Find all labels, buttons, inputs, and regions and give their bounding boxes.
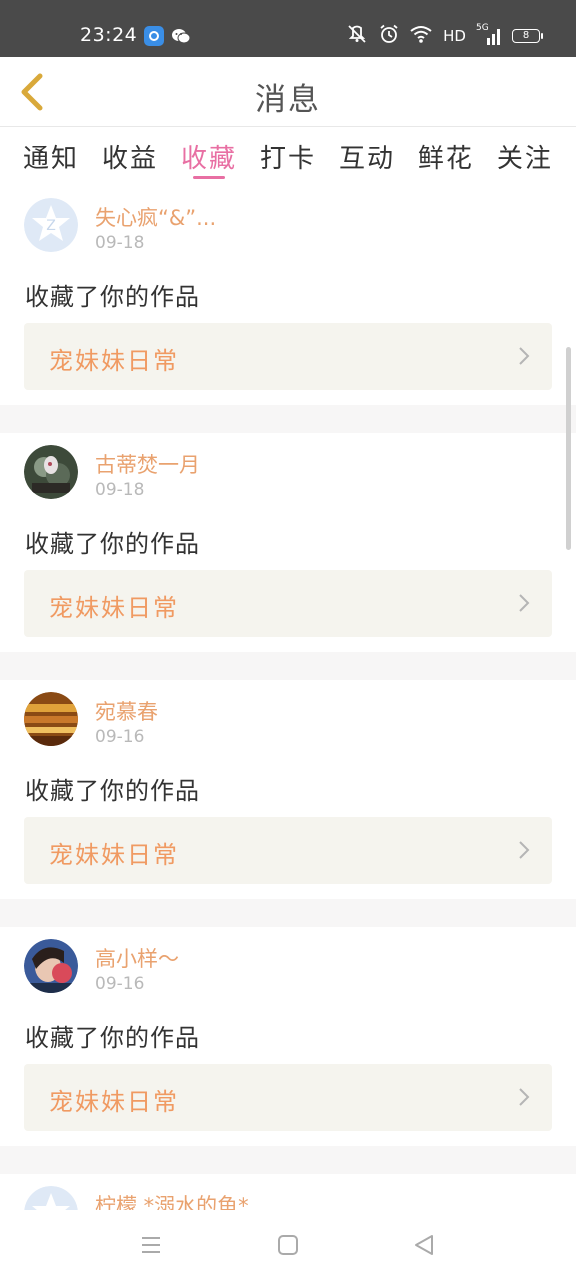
chevron-right-icon (519, 1088, 530, 1106)
menu-button[interactable] (138, 1232, 164, 1258)
signal-icon: 5G (476, 23, 502, 47)
list-item: 宛慕春 09-16 收藏了你的作品 宠妹妹日常 (0, 680, 576, 899)
home-button[interactable] (275, 1232, 301, 1258)
svg-text:Z: Z (46, 218, 56, 234)
page-title: 消息 (255, 82, 321, 118)
avatar[interactable] (24, 445, 78, 499)
user-name[interactable]: 宛慕春 (95, 696, 158, 726)
work-link[interactable]: 宠妹妹日常 (24, 1064, 552, 1131)
chevron-right-icon (519, 594, 530, 612)
post-date: 09-18 (95, 480, 145, 500)
list-item: Z 失心疯“&”... 09-18 收藏了你的作品 宠妹妹日常 (0, 186, 576, 405)
work-link[interactable]: 宠妹妹日常 (24, 323, 552, 390)
avatar[interactable] (24, 692, 78, 746)
wifi-icon (409, 24, 433, 48)
tab-favorites[interactable]: 收藏 (181, 128, 237, 186)
network-label: HD (443, 27, 466, 45)
alarm-icon (379, 24, 399, 48)
user-name[interactable]: 柠檬 *溺水的鱼* (95, 1190, 249, 1210)
tab-notify[interactable]: 通知 (23, 128, 79, 186)
tab-earnings[interactable]: 收益 (102, 128, 158, 186)
action-text: 收藏了你的作品 (25, 283, 200, 311)
status-bar: 23:24 HD 5G 8 (0, 0, 576, 57)
status-icons: HD 5G 8 (345, 23, 543, 48)
avatar[interactable] (24, 939, 78, 993)
browser-app-icon (144, 26, 164, 46)
tab-follow[interactable]: 关注 (497, 128, 553, 186)
mute-icon (345, 24, 369, 48)
user-name[interactable]: 古蒂焚一月 (95, 449, 200, 479)
post-date: 09-16 (95, 974, 145, 994)
action-text: 收藏了你的作品 (25, 777, 200, 805)
work-link[interactable]: 宠妹妹日常 (24, 817, 552, 884)
user-name[interactable]: 失心疯“&”... (95, 202, 216, 232)
menu-icon (142, 1237, 160, 1253)
work-title: 宠妹妹日常 (49, 347, 179, 375)
tab-checkin[interactable]: 打卡 (260, 128, 316, 186)
work-title: 宠妹妹日常 (49, 594, 179, 622)
message-feed[interactable]: Z 失心疯“&”... 09-18 收藏了你的作品 宠妹妹日常 古蒂焚一月 09… (0, 186, 576, 1210)
chevron-right-icon (519, 841, 530, 859)
header: 消息 (0, 57, 576, 127)
back-triangle-icon (415, 1235, 433, 1255)
home-square-icon (278, 1235, 298, 1255)
post-date: 09-18 (95, 233, 145, 253)
action-text: 收藏了你的作品 (25, 1024, 200, 1052)
wechat-icon (171, 26, 191, 46)
list-item: 古蒂焚一月 09-18 收藏了你的作品 宠妹妹日常 (0, 433, 576, 652)
work-title: 宠妹妹日常 (49, 841, 179, 869)
system-nav-bar (0, 1210, 576, 1280)
status-time: 23:24 (80, 24, 138, 46)
work-title: 宠妹妹日常 (49, 1088, 179, 1116)
post-date: 09-16 (95, 727, 145, 747)
tab-bar: 通知 收益 收藏 打卡 互动 鲜花 关注 (0, 128, 576, 186)
back-nav-button[interactable] (411, 1232, 437, 1258)
scrollbar[interactable] (566, 347, 571, 550)
avatar[interactable]: Z (24, 198, 78, 252)
action-text: 收藏了你的作品 (25, 530, 200, 558)
tab-flowers[interactable]: 鲜花 (418, 128, 474, 186)
avatar[interactable] (24, 1186, 78, 1210)
chevron-right-icon (519, 347, 530, 365)
list-item: 高小样〜 09-16 收藏了你的作品 宠妹妹日常 (0, 927, 576, 1146)
user-name[interactable]: 高小样〜 (95, 943, 179, 973)
work-link[interactable]: 宠妹妹日常 (24, 570, 552, 637)
battery-icon: 8 (512, 29, 543, 43)
list-item: 柠檬 *溺水的鱼* (0, 1174, 576, 1210)
tab-interaction[interactable]: 互动 (339, 128, 395, 186)
